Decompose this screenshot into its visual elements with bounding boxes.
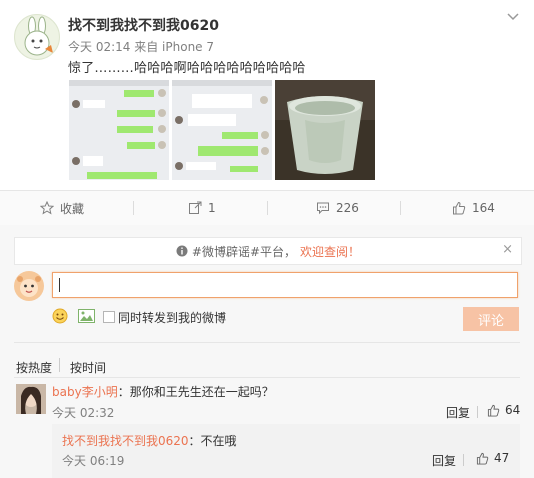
notice-text: #微博辟谣#平台，	[191, 244, 297, 259]
reply-text: ：不在哦	[188, 434, 237, 448]
comment-like-count: 64	[505, 403, 521, 417]
comment-count: 226	[336, 201, 359, 215]
text-caret	[59, 278, 60, 292]
sort-by-hot-tab[interactable]: 按热度	[16, 359, 52, 376]
current-user-avatar[interactable]	[14, 271, 44, 301]
reply-button[interactable]: 回复	[432, 452, 456, 469]
thumbs-up-icon	[487, 404, 500, 417]
poster-avatar[interactable]	[14, 14, 60, 60]
like-button[interactable]: 164	[452, 191, 495, 225]
divider	[59, 358, 60, 372]
poster-username[interactable]: 找不到我找不到我0620	[68, 15, 219, 35]
repost-checkbox[interactable]	[103, 311, 115, 323]
divider	[477, 406, 478, 418]
comment-input[interactable]	[52, 272, 518, 298]
emoji-icon[interactable]	[52, 308, 68, 324]
post-image-2[interactable]	[172, 80, 272, 180]
divider	[14, 377, 520, 378]
commenter-avatar[interactable]	[16, 384, 46, 414]
post-time[interactable]: 今天 02:14	[68, 40, 130, 54]
comment-icon	[317, 202, 329, 215]
comment-like-button[interactable]: 64	[487, 403, 520, 417]
post-text: 惊了………哈哈哈啊哈哈哈哈哈哈哈哈哈	[68, 61, 306, 76]
favorite-label: 收藏	[60, 201, 85, 216]
reply-like-button[interactable]: 47	[476, 451, 509, 465]
comment-button[interactable]: 226	[316, 191, 359, 225]
reply-time: 今天 06:19	[62, 454, 125, 468]
notice-link[interactable]: 欢迎查阅！	[300, 243, 360, 260]
info-icon	[176, 245, 188, 257]
post-source[interactable]: 来自 iPhone 7	[134, 40, 214, 54]
thumbs-up-icon	[453, 201, 466, 215]
close-icon[interactable]: ×	[502, 243, 513, 257]
comment-time: 今天 02:32	[52, 406, 115, 420]
chevron-down-icon[interactable]	[506, 10, 520, 24]
post-meta: 今天 02:14 来自 iPhone 7	[68, 38, 214, 55]
divider	[267, 201, 268, 215]
reply-button[interactable]: 回复	[446, 404, 470, 421]
rumor-notice-banner: #微博辟谣#平台， 欢迎查阅！ ×	[14, 237, 522, 265]
comment-username[interactable]: baby李小明	[52, 385, 118, 399]
rabbit-avatar-icon	[24, 16, 53, 56]
repost-icon	[189, 201, 202, 214]
like-count: 164	[472, 201, 495, 215]
comment-text-row: baby李小明：那你和王先生还在一起吗？	[52, 383, 274, 400]
user-photo-icon	[16, 384, 46, 414]
chat-screenshot-image	[172, 80, 272, 180]
repost-checkbox-label[interactable]: 同时转发到我的微博	[118, 309, 226, 326]
favorite-button[interactable]: 收藏	[40, 191, 84, 225]
star-icon	[40, 201, 54, 215]
repost-count: 1	[208, 201, 216, 215]
reply-username[interactable]: 找不到我找不到我0620	[62, 434, 189, 448]
post-image-3[interactable]	[275, 80, 375, 180]
post-image-1[interactable]	[69, 80, 169, 180]
reply-like-count: 47	[494, 451, 510, 465]
divider	[463, 454, 464, 466]
cartoon-face-icon	[15, 272, 43, 300]
comment-text: ：那你和王先生还在一起吗？	[117, 385, 274, 399]
image-upload-icon[interactable]	[78, 308, 95, 324]
repost-button[interactable]: 1	[188, 191, 216, 225]
sort-by-time-tab[interactable]: 按时间	[70, 359, 106, 376]
divider	[133, 201, 134, 215]
post-action-bar: 收藏 1 226 164	[0, 190, 534, 226]
chat-screenshot-image	[69, 80, 169, 180]
reply-text-row: 找不到我找不到我0620：不在哦	[62, 432, 237, 449]
cup-photo-image	[275, 80, 375, 180]
divider	[14, 342, 520, 343]
submit-comment-button[interactable]: 评论	[463, 307, 519, 331]
thumbs-up-icon	[476, 452, 489, 465]
divider	[400, 201, 401, 215]
